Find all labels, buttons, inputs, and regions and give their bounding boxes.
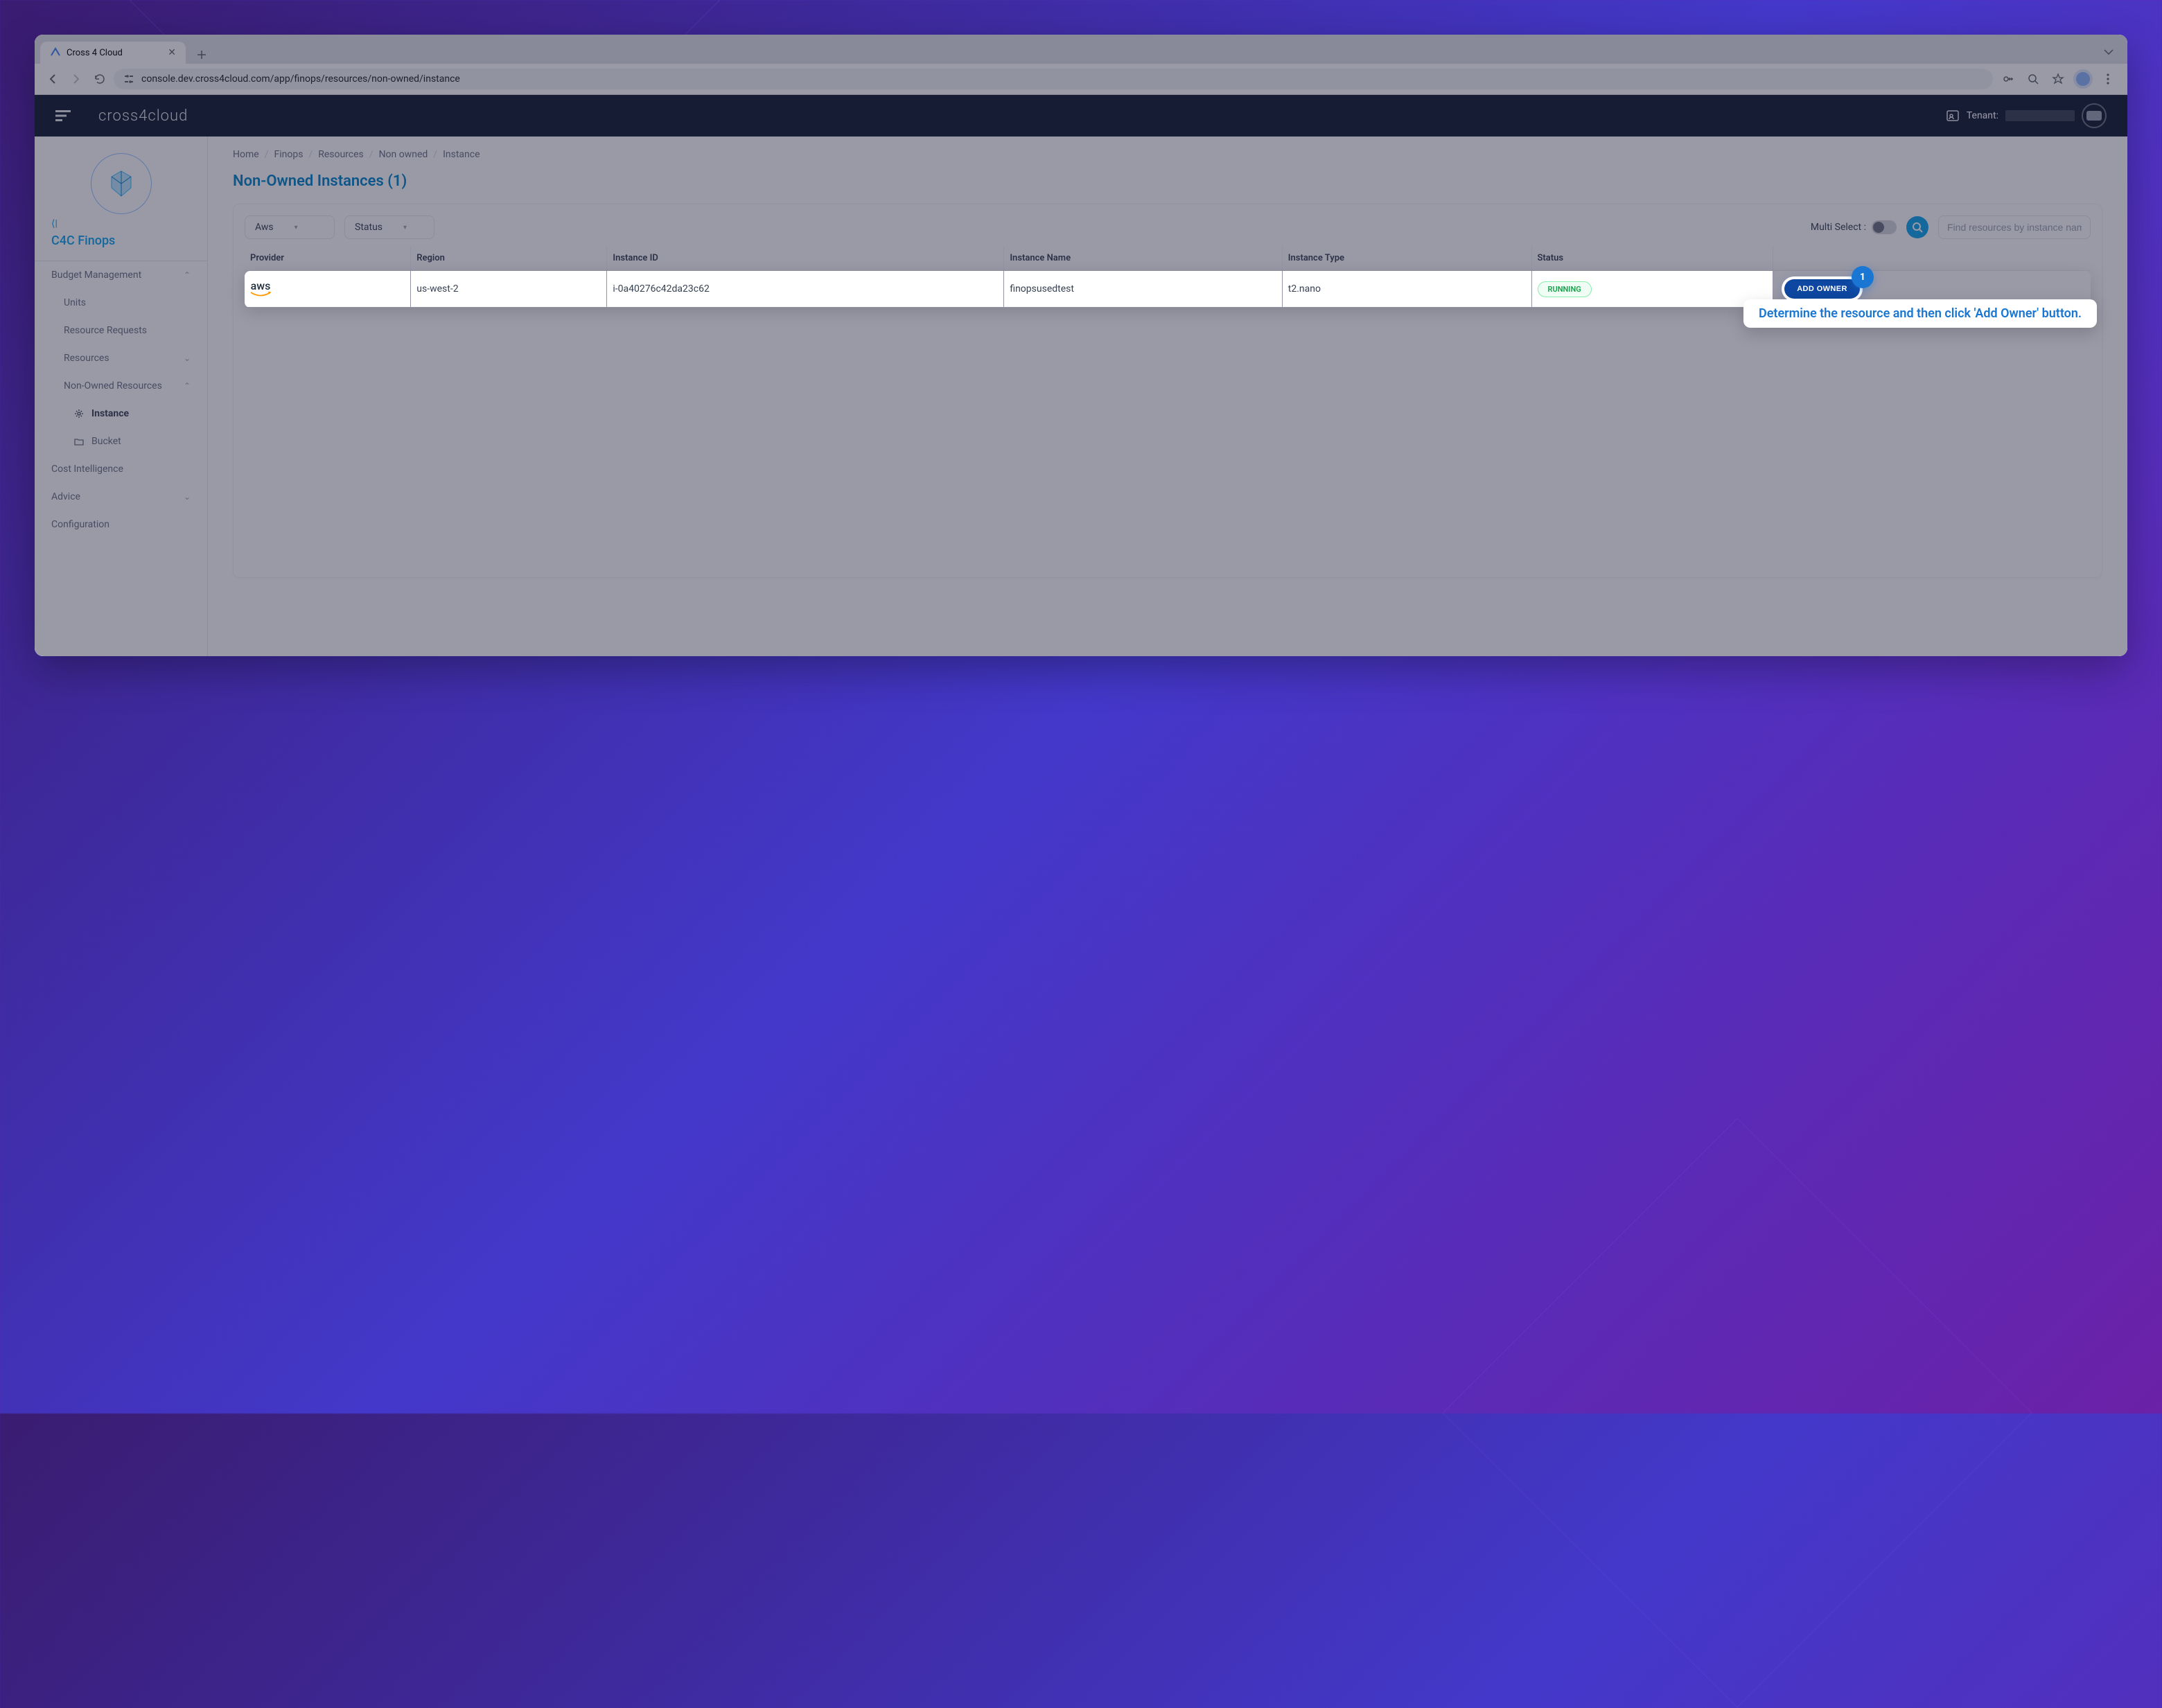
breadcrumb-item[interactable]: Home: [233, 149, 259, 160]
chrome-toolbar: console.dev.cross4cloud.com/app/finops/r…: [35, 64, 2127, 95]
browser-tab[interactable]: Cross 4 Cloud ✕: [40, 42, 186, 64]
sidebar-item-label: Non-Owned Resources: [64, 380, 162, 391]
chevron-down-icon: ▾: [295, 224, 298, 231]
filter-select-value: Aws: [255, 222, 274, 233]
instruction-callout: Determine the resource and then click 'A…: [1743, 299, 2097, 328]
aws-logo-icon: aws: [250, 281, 271, 297]
sidebar-item-instance[interactable]: Instance: [35, 400, 207, 428]
instances-panel: Aws ▾ Status ▾ Multi Select :: [233, 204, 2102, 578]
table-header: Status: [1531, 246, 1773, 271]
key-icon[interactable]: [1997, 68, 2019, 90]
site-settings-icon[interactable]: [123, 73, 134, 85]
content-area: Home/ Finops/ Resources/ Non owned/ Inst…: [208, 137, 2127, 656]
reload-button[interactable]: [90, 69, 109, 89]
sidebar-item-bucket[interactable]: Bucket: [35, 428, 207, 455]
chevron-down-icon: ⌄: [184, 353, 191, 363]
sidebar-item-label: Cost Intelligence: [51, 464, 123, 475]
zoom-icon[interactable]: [2022, 68, 2044, 90]
sidebar-item-label: Resource Requests: [64, 325, 147, 336]
star-icon[interactable]: [2047, 68, 2069, 90]
url-bar[interactable]: console.dev.cross4cloud.com/app/finops/r…: [114, 69, 1993, 89]
profile-button[interactable]: [2072, 68, 2094, 90]
sidebar-item-label: Units: [64, 297, 86, 308]
app-header: cross4cloud Tenant:: [35, 95, 2127, 137]
brand-logo: cross4cloud: [98, 107, 188, 125]
cell-status: RUNNING: [1531, 271, 1773, 308]
chrome-tabbar: Cross 4 Cloud ✕: [35, 35, 2127, 64]
panel-toolbar: Aws ▾ Status ▾ Multi Select :: [245, 215, 2091, 239]
multi-select-label: Multi Select :: [1811, 222, 1866, 233]
search-button[interactable]: [1906, 216, 1928, 238]
sidebar: ⟨| C4C Finops Budget Management ⌃ Units …: [35, 137, 208, 656]
sidebar-item-resource-requests[interactable]: Resource Requests: [35, 317, 207, 344]
sidebar-item-label: Budget Management: [51, 270, 141, 281]
search-input[interactable]: [1938, 215, 2091, 239]
sidebar-item-label: Resources: [64, 353, 109, 364]
sidebar-item-cost-intelligence[interactable]: Cost Intelligence: [35, 455, 207, 483]
breadcrumb-item: Instance: [443, 149, 480, 160]
sidebar-item-configuration[interactable]: Configuration: [35, 511, 207, 538]
sidebar-item-label: Instance: [91, 408, 129, 419]
sidebar-collapse-button[interactable]: ⟨|: [35, 218, 207, 229]
new-tab-button[interactable]: [193, 46, 211, 64]
folder-icon: [73, 436, 85, 447]
forward-button[interactable]: [67, 69, 86, 89]
tab-title: Cross 4 Cloud: [67, 48, 123, 58]
sidebar-item-label: Advice: [51, 491, 80, 502]
instances-table: Provider Region Instance ID Instance Nam…: [245, 246, 2091, 308]
filter-provider-select[interactable]: Aws ▾: [245, 215, 335, 239]
table-header: Instance Type: [1282, 246, 1531, 271]
cell-provider: aws: [245, 271, 411, 308]
filter-status-select[interactable]: Status ▾: [344, 215, 434, 239]
table-header: Instance ID: [607, 246, 1004, 271]
table-header: Provider: [245, 246, 411, 271]
breadcrumb-item[interactable]: Resources: [318, 149, 364, 160]
chevron-down-icon: ▾: [403, 224, 407, 231]
sidebar-item-advice[interactable]: Advice ⌄: [35, 483, 207, 511]
sidebar-item-resources[interactable]: Resources ⌄: [35, 344, 207, 372]
gear-icon: [73, 408, 85, 419]
filter-select-value: Status: [355, 222, 383, 233]
cell-instance-name: finopsusedtest: [1004, 271, 1282, 308]
breadcrumb-item[interactable]: Non owned: [379, 149, 428, 160]
search-icon: [1912, 222, 1923, 233]
multi-select-toggle[interactable]: [1872, 220, 1897, 234]
url-text: console.dev.cross4cloud.com/app/finops/r…: [141, 73, 460, 85]
favicon-icon: [50, 47, 61, 58]
sidebar-item-label: Bucket: [91, 436, 121, 447]
close-icon[interactable]: ✕: [168, 47, 176, 58]
cell-instance-type: t2.nano: [1282, 271, 1531, 308]
table-header: Region: [411, 246, 607, 271]
tabs-dropdown-icon[interactable]: [2095, 45, 2122, 59]
module-title: C4C Finops: [35, 234, 207, 261]
add-owner-button[interactable]: ADD OWNER: [1784, 279, 1860, 299]
tenant-label: Tenant:: [1967, 110, 1998, 121]
breadcrumb: Home/ Finops/ Resources/ Non owned/ Inst…: [233, 149, 2102, 160]
sidebar-item-label: Configuration: [51, 519, 109, 530]
more-icon[interactable]: [2097, 68, 2119, 90]
multi-select-control: Multi Select :: [1811, 220, 1897, 234]
cell-region: us-west-2: [411, 271, 607, 308]
step-badge: 1: [1852, 266, 1874, 288]
sidebar-item-non-owned-resources[interactable]: Non-Owned Resources ⌃: [35, 372, 207, 400]
sidebar-item-budget-management[interactable]: Budget Management ⌃: [35, 261, 207, 289]
status-badge: RUNNING: [1538, 281, 1592, 297]
chevron-up-icon: ⌃: [184, 270, 191, 280]
chevron-down-icon: ⌄: [184, 492, 191, 502]
back-button[interactable]: [43, 69, 62, 89]
tenant-badge-icon: [1946, 109, 1960, 123]
cell-instance-id: i-0a40276c42da23c62: [607, 271, 1004, 308]
menu-toggle-icon[interactable]: [55, 110, 71, 121]
module-avatar-icon: [91, 153, 152, 214]
chevron-up-icon: ⌃: [184, 381, 191, 391]
user-avatar[interactable]: [2082, 103, 2107, 128]
breadcrumb-item[interactable]: Finops: [274, 149, 303, 160]
sidebar-item-units[interactable]: Units: [35, 289, 207, 317]
page-title: Non-Owned Instances (1): [233, 173, 2102, 190]
tenant-value-placeholder: [2005, 110, 2075, 121]
table-header: Instance Name: [1004, 246, 1282, 271]
